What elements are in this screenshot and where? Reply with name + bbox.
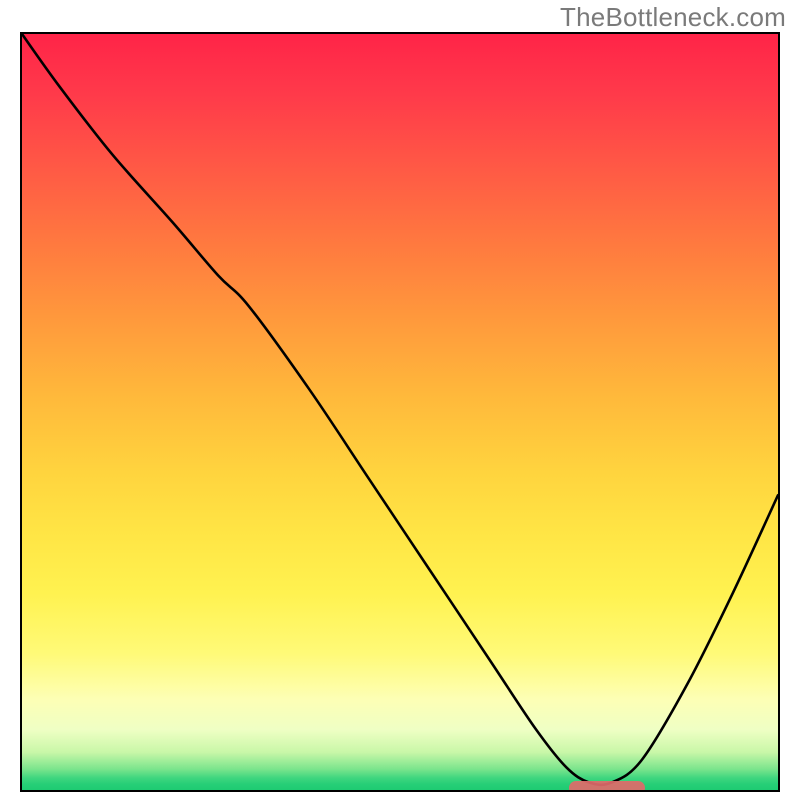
- watermark-text: TheBottleneck.com: [560, 2, 786, 33]
- optimal-range-marker: [569, 781, 645, 792]
- bottleneck-curve: [22, 34, 778, 790]
- chart-container: TheBottleneck.com: [0, 0, 800, 800]
- plot-area: [20, 32, 780, 792]
